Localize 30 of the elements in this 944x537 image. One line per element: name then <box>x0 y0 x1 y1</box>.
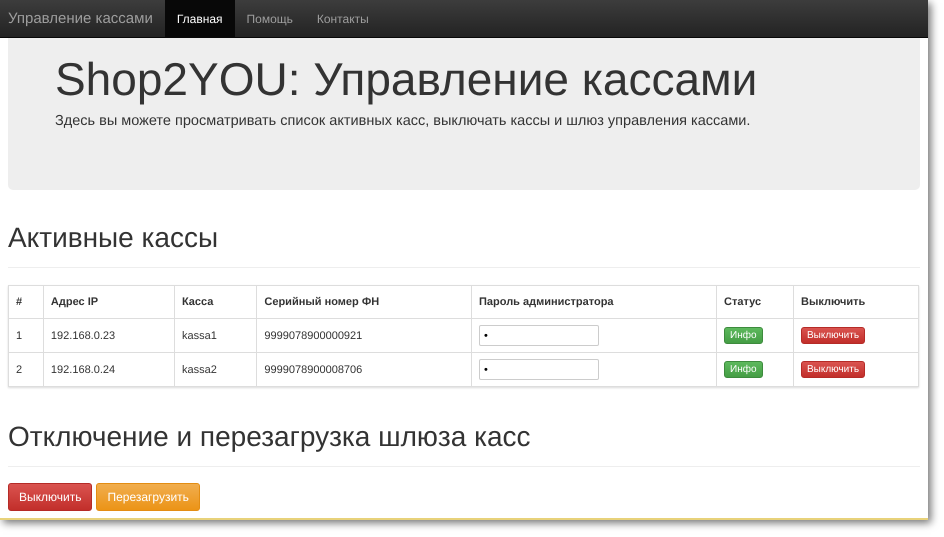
page-title: Shop2YOU: Управление кассами <box>55 52 758 107</box>
table-cell: 9999078900008706 <box>256 352 472 386</box>
shutdown-button[interactable]: Выключить <box>8 483 92 511</box>
brand-link[interactable]: Управление кассами <box>0 0 165 37</box>
table-cell: kassa2 <box>174 352 257 386</box>
section-heading: Отключение и перезагрузка шлюза касс <box>8 421 532 453</box>
info-button[interactable]: Инфо <box>724 361 762 378</box>
table-cell: 192.168.0.23 <box>43 318 174 352</box>
table-cell: 192.168.0.24 <box>43 352 174 386</box>
section-heading: Активные кассы <box>8 222 220 254</box>
intro-text: Здесь вы можете просматривать список активных касс, выключать кассы и шлюз управления кассами. <box>55 113 752 130</box>
column-header: Пароль администратора <box>472 286 716 318</box>
shutdown-button[interactable]: Выключить <box>801 327 866 344</box>
table-cell: kassa1 <box>174 318 257 352</box>
table-cell: 9999078900000921 <box>256 318 472 352</box>
column-header: Серийный номер ФН <box>256 286 472 318</box>
nav-link[interactable]: Главная <box>164 0 235 37</box>
nav-link[interactable]: Контакты <box>304 0 381 37</box>
column-header: Касса <box>174 286 257 318</box>
shutdown-button[interactable]: Выключить <box>801 361 866 378</box>
table-cell: 1 <box>8 318 44 352</box>
info-button[interactable]: Инфо <box>724 327 762 344</box>
column-header: Статус <box>716 286 794 318</box>
column-header: # <box>8 286 44 318</box>
table-cell: 2 <box>8 352 44 386</box>
column-header: Выключить <box>794 286 918 318</box>
nav-link[interactable]: Помощь <box>234 0 305 37</box>
password-field[interactable]: • <box>479 359 599 380</box>
password-field[interactable]: • <box>479 325 599 346</box>
column-header: Адрес IP <box>43 286 174 318</box>
